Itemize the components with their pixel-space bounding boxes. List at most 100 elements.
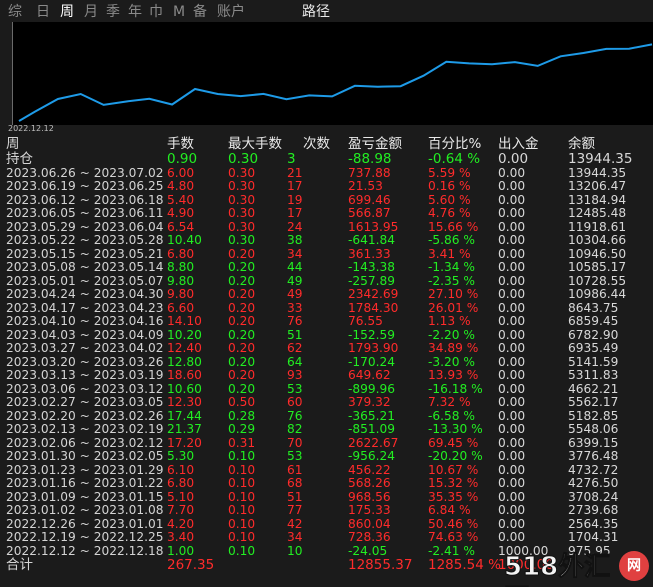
cell-lots: 12.40 (167, 341, 202, 356)
cell-balance: 6859.45 (568, 314, 619, 329)
table-row: 2023.02.06 ~ 2023.02.12 17.20 0.31 70 2622.6… (0, 435, 653, 451)
cell-week: 2023.02.06 ~ 2023.02.12 (6, 435, 164, 450)
cell-count: 53 (287, 381, 303, 396)
cell-percent: 26.01 % (428, 300, 479, 315)
cell-count: 33 (287, 300, 303, 315)
cell-balance: 5182.85 (568, 408, 619, 423)
table-row: 2023.02.27 ~ 2023.03.05 12.30 0.50 60 379.32… (0, 396, 653, 410)
cell-balance: 10304.66 (568, 233, 627, 248)
tab-notes[interactable]: 备 (193, 3, 207, 21)
cell-lots: 4.90 (167, 206, 195, 221)
cell-count: 77 (287, 503, 303, 518)
period-tabs: 综 日 周 月 季 年 巾 M 备 账户 路径 (0, 0, 653, 24)
cell-week: 2023.01.02 ~ 2023.01.08 (6, 503, 164, 518)
cell-max-lots: 0.30 (228, 179, 256, 194)
cell-week: 2023.04.17 ~ 2023.04.23 (6, 300, 164, 315)
cell-max-lots: 0.10 (228, 449, 256, 464)
table-row: 2023.06.19 ~ 2023.06.25 4.80 0.30 17 21.53 0.… (0, 179, 653, 194)
cell-week: 2023.02.20 ~ 2023.02.26 (6, 408, 164, 423)
cell-lots: 17.20 (167, 435, 202, 450)
cell-percent: 6.84 % (428, 503, 471, 518)
table-row: 2022.12.19 ~ 2022.12.25 3.40 0.10 34 728.36 7… (0, 531, 653, 545)
cell-percent: -20.20 % (428, 449, 483, 464)
cell-balance: 5548.06 (568, 422, 619, 437)
cell-percent: 0.16 % (428, 179, 471, 194)
table-row: 2022.12.26 ~ 2023.01.01 4.20 0.10 42 860.04 5… (0, 516, 653, 532)
cell-lots: 4.20 (167, 516, 195, 531)
cell-lots: 21.37 (167, 422, 202, 437)
tab-summary[interactable]: 综 (8, 3, 22, 21)
cell-percent: -2.41 % (428, 543, 475, 558)
tab-quarterly[interactable]: 季 (106, 3, 120, 21)
position-pnl: -88.98 (348, 151, 392, 167)
cell-pnl: -899.96 (348, 381, 396, 396)
table-row: 2023.05.01 ~ 2023.05.07 9.80 0.20 49 -257.89… (0, 273, 653, 289)
cell-lots: 3.40 (167, 530, 195, 545)
tab-daily[interactable]: 日 (36, 3, 50, 21)
cell-lots: 6.80 (167, 476, 195, 491)
cell-lots: 10.60 (167, 381, 202, 396)
cell-max-lots: 0.10 (228, 503, 256, 518)
cell-lots: 6.80 (167, 246, 195, 261)
cell-percent: 15.66 % (428, 219, 479, 234)
table-row: 2023.05.29 ~ 2023.06.04 6.54 0.30 24 1613.95… (0, 219, 653, 235)
cell-deposit: 0.00 (498, 354, 526, 369)
cell-lots: 18.60 (167, 368, 202, 383)
cell-pnl: 379.32 (348, 395, 391, 410)
cell-lots: 9.80 (167, 287, 195, 302)
tab-weekly[interactable]: 周 (60, 3, 74, 21)
cell-percent: 27.10 % (428, 287, 479, 302)
cell-count: 38 (287, 233, 303, 248)
cell-lots: 10.40 (167, 233, 202, 248)
cell-lots: 12.30 (167, 395, 202, 410)
cell-percent: -2.35 % (428, 273, 475, 288)
cell-week: 2023.06.19 ~ 2023.06.25 (6, 179, 164, 194)
cell-lots: 12.80 (167, 354, 202, 369)
cell-pnl: 456.22 (348, 462, 391, 477)
cell-max-lots: 0.20 (228, 368, 256, 383)
cell-week: 2023.01.09 ~ 2023.01.15 (6, 489, 164, 504)
tab-yearly[interactable]: 年 (128, 3, 142, 21)
table-row: 2023.01.09 ~ 2023.01.15 5.10 0.10 51 968.56 3… (0, 489, 653, 505)
cell-deposit: 0.00 (498, 530, 526, 545)
cell-count: 93 (287, 368, 303, 383)
cell-deposit: 0.00 (498, 422, 526, 437)
cell-percent: -16.18 % (428, 381, 483, 396)
cell-deposit: 0.00 (498, 516, 526, 531)
cell-lots: 17.44 (167, 408, 202, 423)
tab-monthly[interactable]: 月 (84, 3, 98, 21)
cell-percent: 1.13 % (428, 314, 471, 329)
cell-lots: 4.80 (167, 179, 195, 194)
tab-magic[interactable]: M (173, 3, 185, 21)
cell-pnl: 566.87 (348, 206, 391, 221)
table-row: 2023.04.17 ~ 2023.04.23 6.60 0.20 33 1784.30… (0, 300, 653, 316)
tab-symbol[interactable]: 巾 (149, 3, 163, 21)
cell-count: 60 (287, 395, 303, 410)
cell-pnl: 175.33 (348, 503, 391, 518)
cell-pnl: -170.24 (348, 354, 396, 369)
cell-pnl: 699.46 (348, 192, 391, 207)
cell-week: 2023.01.30 ~ 2023.02.05 (6, 449, 164, 464)
tab-route[interactable]: 路径 (302, 3, 330, 21)
cell-max-lots: 0.20 (228, 354, 256, 369)
cell-percent: 10.67 % (428, 462, 479, 477)
cell-pnl: 2342.69 (348, 287, 399, 302)
cell-week: 2023.06.05 ~ 2023.06.11 (6, 206, 164, 221)
cell-lots: 5.30 (167, 449, 195, 464)
table-row: 2023.05.08 ~ 2023.05.14 8.80 0.20 44 -143.38… (0, 261, 653, 275)
cell-balance: 10946.50 (568, 246, 627, 261)
cell-balance: 5562.17 (568, 395, 619, 410)
cell-lots: 7.70 (167, 503, 195, 518)
table-row: 2023.03.06 ~ 2023.03.12 10.60 0.20 53 -899.9… (0, 381, 653, 397)
table-row: 2023.01.30 ~ 2023.02.05 5.30 0.10 53 -956.24… (0, 450, 653, 464)
cell-week: 2023.02.27 ~ 2023.03.05 (6, 395, 164, 410)
tab-account[interactable]: 账户 (217, 3, 245, 21)
cell-week: 2022.12.12 ~ 2022.12.18 (6, 543, 164, 558)
cell-week: 2023.05.15 ~ 2023.05.21 (6, 246, 164, 261)
cell-max-lots: 0.10 (228, 543, 256, 558)
cell-pnl: 2622.67 (348, 435, 399, 450)
cell-count: 42 (287, 516, 303, 531)
table-row: 2023.03.13 ~ 2023.03.19 18.60 0.20 93 649.62… (0, 369, 653, 383)
cell-balance: 2564.35 (568, 516, 619, 531)
cell-percent: 5.60 % (428, 192, 471, 207)
